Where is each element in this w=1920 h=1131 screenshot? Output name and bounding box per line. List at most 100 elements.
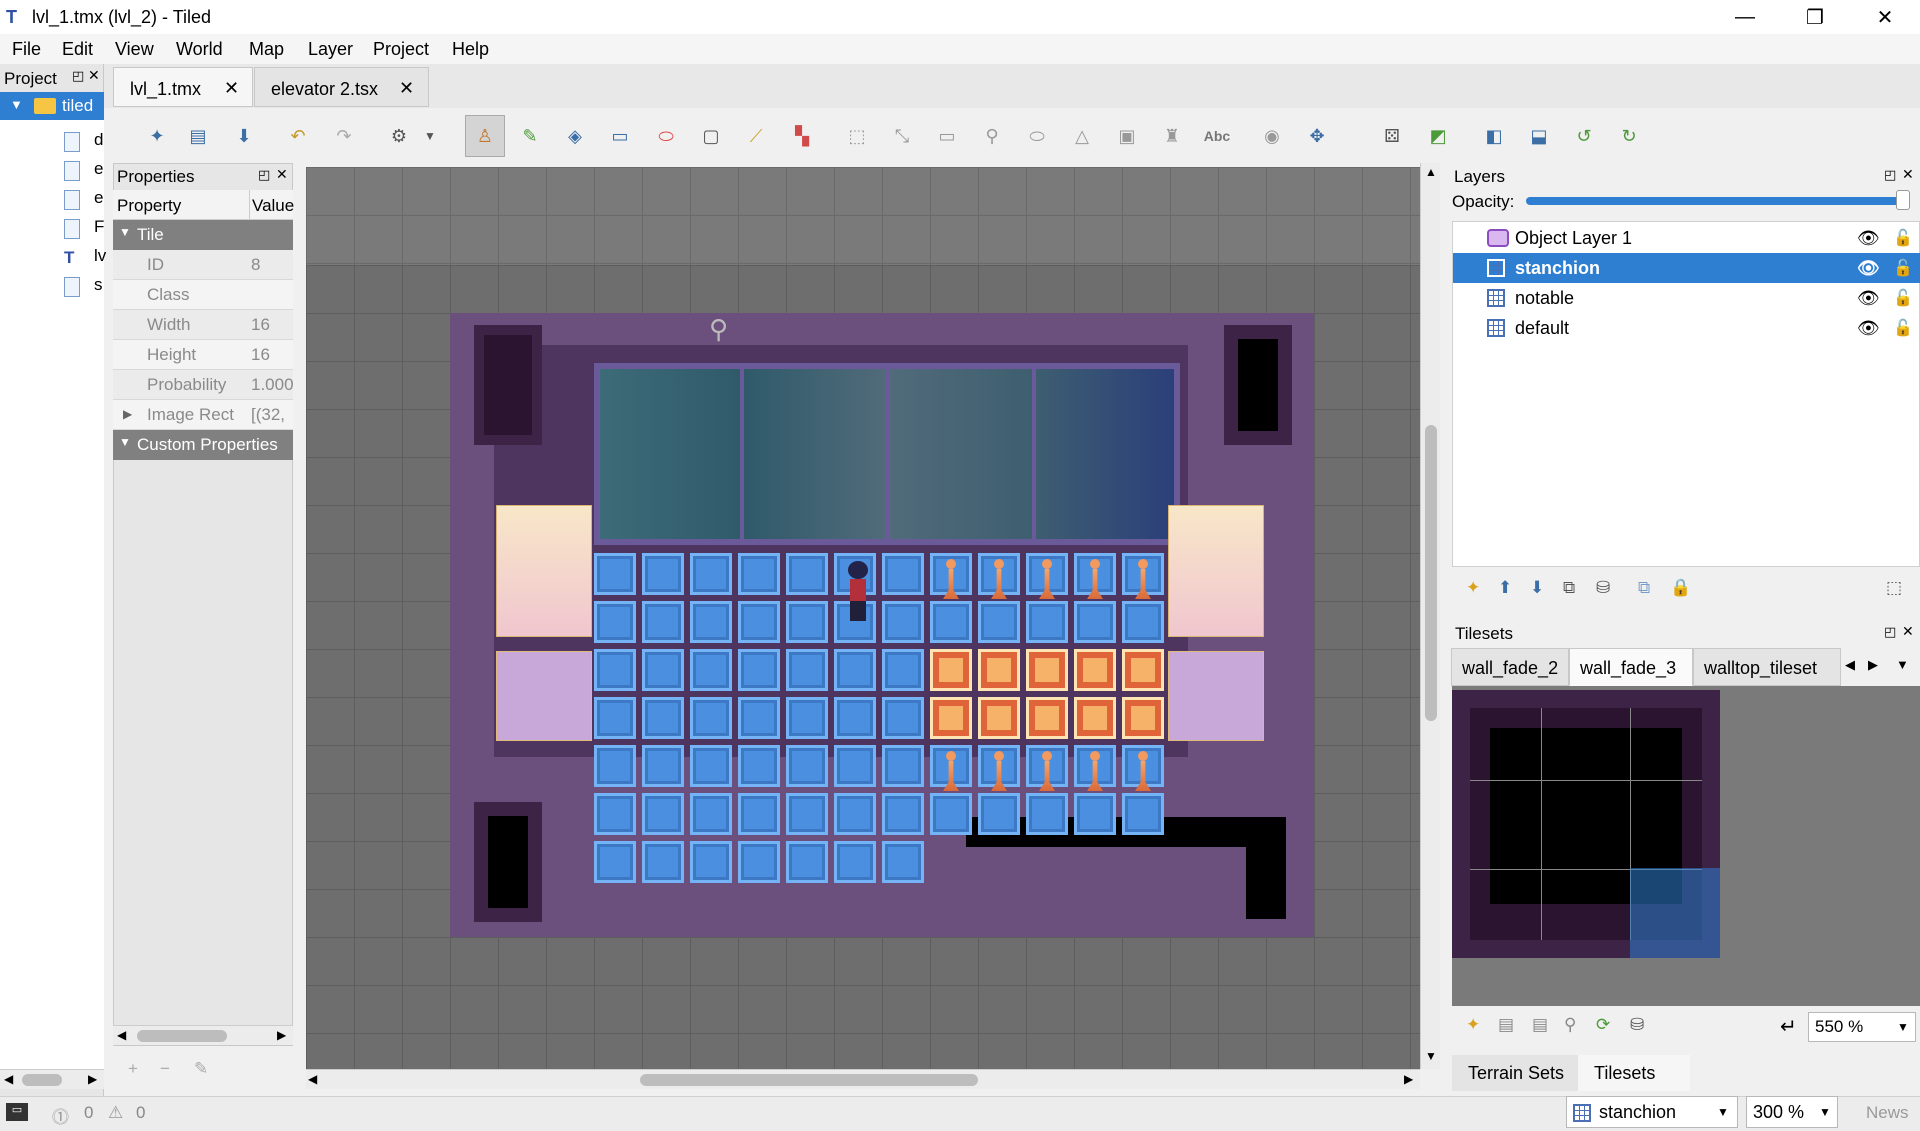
tileset-tab-walltop-tileset[interactable]: walltop_tileset bbox=[1693, 648, 1841, 686]
close-tab-icon[interactable]: ✕ bbox=[399, 78, 414, 99]
console-icon[interactable]: ▭ bbox=[6, 1103, 28, 1121]
map-zoom-combo[interactable]: 300 % ▼ bbox=[1746, 1096, 1838, 1128]
embed-tileset-icon[interactable]: ▤ bbox=[1498, 1015, 1514, 1035]
undock-icon[interactable]: ◰ bbox=[258, 167, 270, 183]
delete-tileset-icon[interactable]: ⛁ bbox=[1630, 1015, 1644, 1035]
insert-polygon-icon[interactable]: △ bbox=[1068, 122, 1096, 150]
undock-icon[interactable]: ◰ bbox=[1884, 167, 1896, 183]
flip-vertical-icon[interactable]: ⬓ bbox=[1525, 122, 1553, 150]
layer-row-default[interactable]: default 👁 🔓 bbox=[1453, 313, 1920, 343]
menu-project[interactable]: Project bbox=[373, 39, 429, 60]
layer-row-stanchion[interactable]: stanchion 👁 🔓 bbox=[1453, 253, 1920, 283]
lock-layers-icon[interactable]: 🔒 bbox=[1670, 578, 1691, 598]
close-icon[interactable]: ✕ bbox=[276, 166, 288, 183]
world-tool-icon[interactable]: ◉ bbox=[1258, 122, 1286, 150]
news-button[interactable]: News bbox=[1866, 1103, 1909, 1123]
add-property-icon[interactable]: + bbox=[128, 1059, 138, 1079]
layer-row-object-layer-1[interactable]: Object Layer 1 👁 🔓 bbox=[1453, 223, 1920, 253]
shape-fill-icon[interactable]: ▭ bbox=[606, 122, 634, 150]
error-icon[interactable]: ⓵ bbox=[52, 1103, 69, 1128]
rotate-right-icon[interactable]: ↻ bbox=[1615, 122, 1643, 150]
lock-open-icon[interactable]: 🔓 bbox=[1893, 228, 1913, 248]
scroll-thumb[interactable] bbox=[137, 1030, 227, 1042]
automap-icon[interactable]: ⚙ bbox=[385, 122, 413, 150]
undo-icon[interactable]: ↶ bbox=[284, 122, 312, 150]
undock-icon[interactable]: ◰ bbox=[1884, 624, 1896, 640]
column-header-value[interactable]: Value bbox=[252, 196, 294, 216]
menu-file[interactable]: File bbox=[12, 39, 41, 60]
tileset-tab-wall-fade-2[interactable]: wall_fade_2 bbox=[1451, 648, 1569, 686]
property-row-height[interactable]: Height 16 bbox=[113, 340, 293, 370]
scroll-thumb[interactable] bbox=[22, 1074, 62, 1086]
maximize-icon[interactable]: ❐ bbox=[1780, 0, 1850, 34]
select-same-tile-icon[interactable]: ▚ bbox=[788, 122, 816, 150]
arrow-left-icon[interactable]: ◀ bbox=[1845, 657, 1855, 673]
insert-template-icon[interactable]: ♜ bbox=[1158, 122, 1186, 150]
property-row-class[interactable]: Class bbox=[113, 280, 293, 310]
menu-map[interactable]: Map bbox=[249, 39, 284, 60]
close-icon[interactable]: ✕ bbox=[1902, 166, 1914, 183]
dynamic-wrapping-icon[interactable]: ↵ bbox=[1780, 1014, 1797, 1039]
project-root-item[interactable]: ▼ tiled bbox=[0, 92, 104, 120]
show-hide-others-icon[interactable]: ⧉ bbox=[1638, 578, 1650, 598]
tab-lvl-1[interactable]: lvl_1.tmx ✕ bbox=[113, 67, 253, 107]
tileset-zoom-combo[interactable]: 550 % ▼ bbox=[1808, 1012, 1916, 1042]
arrow-left-icon[interactable]: ◀ bbox=[308, 1072, 317, 1086]
arrow-down-icon[interactable]: ▼ bbox=[1425, 1049, 1437, 1063]
canvas-vertical-scrollbar[interactable]: ▲ ▼ bbox=[1420, 163, 1440, 1069]
export-tileset-icon[interactable]: ▤ bbox=[1532, 1015, 1548, 1035]
selected-tile-highlight[interactable] bbox=[1630, 868, 1720, 958]
select-objects-icon[interactable]: ⬚ bbox=[843, 122, 871, 150]
chevron-down-icon[interactable]: ▼ bbox=[416, 122, 444, 150]
arrow-right-icon[interactable]: ▶ bbox=[277, 1028, 286, 1042]
menu-view[interactable]: View bbox=[115, 39, 154, 60]
minimize-icon[interactable]: — bbox=[1710, 0, 1780, 34]
highlight-layer-icon[interactable]: ⬚ bbox=[1886, 578, 1902, 598]
properties-scrollbar[interactable]: ◀ ▶ bbox=[113, 1025, 293, 1045]
property-row-image-rect[interactable]: ▶ Image Rect [(32, bbox=[113, 400, 293, 430]
wang-fill-icon[interactable]: ◩ bbox=[1424, 122, 1452, 150]
rotate-left-icon[interactable]: ↺ bbox=[1570, 122, 1598, 150]
new-layer-icon[interactable]: ✦ bbox=[1466, 578, 1480, 598]
layer-select-combo[interactable]: stanchion ▼ bbox=[1566, 1096, 1738, 1128]
arrow-right-icon[interactable]: ▶ bbox=[1404, 1072, 1413, 1086]
save-icon[interactable]: ⬇ bbox=[230, 122, 258, 150]
tab-tilesets[interactable]: Tilesets bbox=[1578, 1055, 1690, 1091]
chevron-down-icon[interactable]: ▼ bbox=[1896, 657, 1909, 672]
edit-tileset-icon[interactable]: ⟳ bbox=[1596, 1015, 1610, 1035]
menu-layer[interactable]: Layer bbox=[308, 39, 353, 60]
bucket-fill-icon[interactable]: ◈ bbox=[561, 122, 589, 150]
insert-ellipse-icon[interactable]: ⬭ bbox=[1023, 122, 1051, 150]
tab-elevator-2[interactable]: elevator 2.tsx ✕ bbox=[254, 67, 429, 107]
property-row-width[interactable]: Width 16 bbox=[113, 310, 293, 340]
menu-help[interactable]: Help bbox=[452, 39, 489, 60]
arrow-left-icon[interactable]: ◀ bbox=[117, 1028, 126, 1042]
tileset-properties-icon[interactable]: ⚲ bbox=[1564, 1015, 1576, 1035]
tileset-tab-wall-fade-3[interactable]: wall_fade_3 bbox=[1569, 648, 1693, 686]
close-icon[interactable]: ✕ bbox=[88, 67, 100, 84]
arrow-left-icon[interactable]: ◀ bbox=[4, 1072, 13, 1086]
eye-icon[interactable]: 👁 bbox=[1857, 258, 1880, 279]
lower-layer-icon[interactable]: ⬇ bbox=[1530, 578, 1544, 598]
scroll-thumb[interactable] bbox=[1425, 425, 1437, 721]
rename-property-icon[interactable]: ✎ bbox=[194, 1059, 208, 1079]
column-header-property[interactable]: Property bbox=[117, 196, 181, 216]
arrow-up-icon[interactable]: ▲ bbox=[1425, 165, 1437, 179]
menu-world[interactable]: World bbox=[176, 39, 223, 60]
insert-rectangle-icon[interactable]: ▭ bbox=[933, 122, 961, 150]
open-file-icon[interactable]: ▤ bbox=[184, 122, 212, 150]
lock-open-icon[interactable]: 🔓 bbox=[1893, 288, 1913, 308]
eye-icon[interactable]: 👁 bbox=[1857, 288, 1880, 309]
new-file-icon[interactable]: ✦ bbox=[143, 122, 171, 150]
move-icon[interactable]: ✥ bbox=[1303, 122, 1331, 150]
tileset-view[interactable] bbox=[1452, 686, 1920, 1006]
close-icon[interactable]: ✕ bbox=[1850, 0, 1920, 34]
chevron-right-icon[interactable]: ▶ bbox=[123, 407, 132, 421]
properties-group-custom[interactable]: ▼ Custom Properties bbox=[113, 430, 293, 460]
insert-point-icon[interactable]: ⚲ bbox=[978, 122, 1006, 150]
redo-icon[interactable]: ↷ bbox=[330, 122, 358, 150]
canvas-horizontal-scrollbar[interactable]: ◀ ▶ bbox=[306, 1069, 1420, 1089]
rectangular-select-icon[interactable]: ▢ bbox=[697, 122, 725, 150]
property-row-id[interactable]: ID 8 bbox=[113, 250, 293, 280]
project-scrollbar[interactable]: ◀ ▶ bbox=[0, 1069, 104, 1089]
